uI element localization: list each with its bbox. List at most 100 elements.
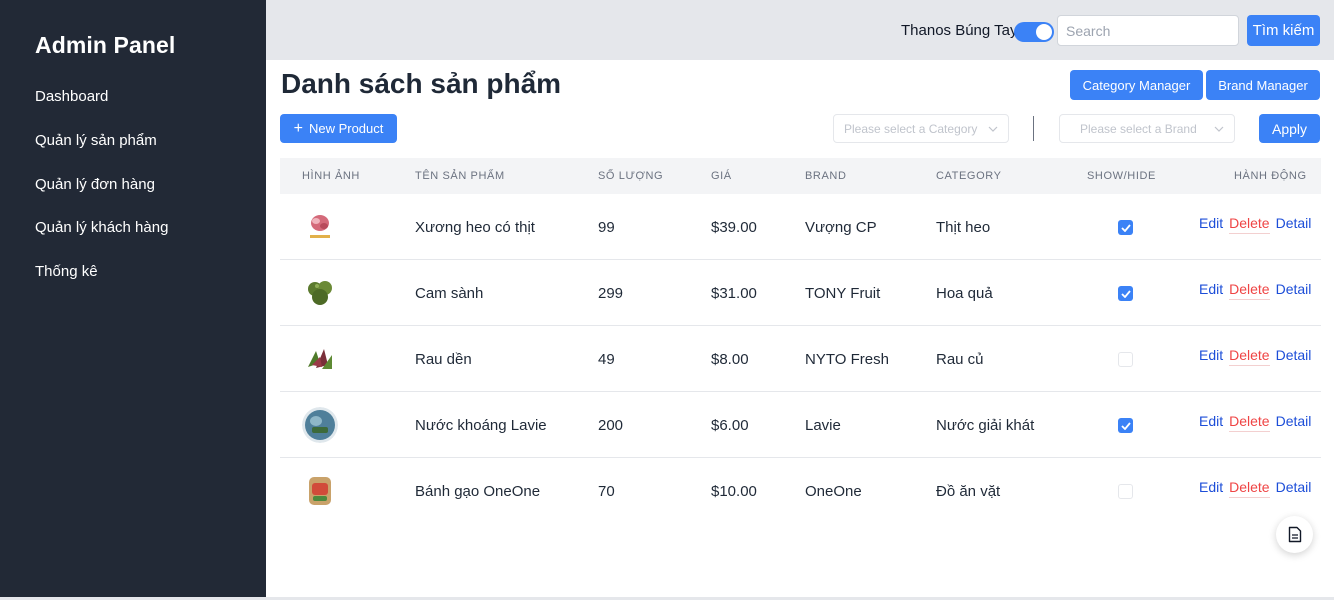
product-category: Hoa quả xyxy=(936,285,993,302)
row-actions: Edit Delete Detail xyxy=(1199,347,1311,366)
page-title: Danh sách sản phẩm xyxy=(281,68,562,99)
product-name: Bánh gạo OneOne xyxy=(415,483,541,500)
document-icon xyxy=(1288,526,1301,543)
product-category: Nước giải khát xyxy=(936,417,1035,434)
pork-bone-image xyxy=(302,209,338,245)
edit-link[interactable]: Edit xyxy=(1199,281,1223,300)
product-price: $39.00 xyxy=(711,219,757,236)
row-actions: Edit Delete Detail xyxy=(1199,215,1311,234)
brand-select[interactable]: Please select a Brand xyxy=(1059,114,1235,143)
check-icon xyxy=(1120,223,1131,232)
category-select[interactable]: Please select a Category xyxy=(833,114,1009,143)
header-image: HÌNH ẢNH xyxy=(302,170,360,182)
detail-link[interactable]: Detail xyxy=(1276,281,1312,300)
water-bottle-image xyxy=(302,407,338,443)
delete-link[interactable]: Delete xyxy=(1229,215,1270,234)
new-product-label: New Product xyxy=(308,121,384,136)
check-icon xyxy=(1120,289,1131,298)
product-quantity: 49 xyxy=(598,351,615,368)
product-quantity: 200 xyxy=(598,417,624,434)
product-price: $31.00 xyxy=(711,285,757,302)
sidebar-item-customers[interactable]: Quản lý khách hàng xyxy=(35,219,168,236)
header-quantity: SỐ LƯỢNG xyxy=(598,170,664,182)
search-input[interactable] xyxy=(1057,15,1239,46)
header-price: GIÁ xyxy=(711,170,732,182)
table-row: Rau dền 49 $8.00 NYTO Fresh Rau củ Edit … xyxy=(280,326,1321,392)
show-hide-checkbox[interactable] xyxy=(1118,220,1133,235)
product-category: Rau củ xyxy=(936,351,984,368)
chevron-down-icon xyxy=(988,123,998,135)
toggle-knob xyxy=(1036,24,1052,40)
sidebar-item-dashboard[interactable]: Dashboard xyxy=(35,88,108,105)
header-category: CATEGORY xyxy=(936,170,1002,182)
table-row: Xương heo có thịt 99 $39.00 Vượng CP Thị… xyxy=(280,194,1321,260)
thanos-toggle[interactable] xyxy=(1014,22,1054,42)
header-show-hide: SHOW/HIDE xyxy=(1087,170,1156,182)
rice-cracker-image xyxy=(302,473,338,509)
edit-link[interactable]: Edit xyxy=(1199,413,1223,432)
amaranth-image xyxy=(302,341,338,377)
brand-manager-button[interactable]: Brand Manager xyxy=(1206,70,1320,100)
row-actions: Edit Delete Detail xyxy=(1199,281,1311,300)
table-header: HÌNH ẢNH TÊN SẢN PHẨM SỐ LƯỢNG GIÁ BRAND… xyxy=(280,158,1321,194)
brand-select-placeholder: Please select a Brand xyxy=(1080,121,1197,136)
detail-link[interactable]: Detail xyxy=(1276,413,1312,432)
product-quantity: 299 xyxy=(598,285,624,302)
table-row: Bánh gạo OneOne 70 $10.00 OneOne Đồ ăn v… xyxy=(280,458,1321,524)
toggle-label: Thanos Búng Tay xyxy=(901,22,1018,39)
edit-link[interactable]: Edit xyxy=(1199,479,1223,498)
category-manager-button[interactable]: Category Manager xyxy=(1070,70,1203,100)
table-row: Nước khoáng Lavie 200 $6.00 Lavie Nước g… xyxy=(280,392,1321,458)
check-icon xyxy=(1120,421,1131,430)
sidebar: Admin Panel Dashboard Quản lý sản phẩm Q… xyxy=(0,0,266,597)
edit-link[interactable]: Edit xyxy=(1199,347,1223,366)
detail-link[interactable]: Detail xyxy=(1276,347,1312,366)
show-hide-checkbox[interactable] xyxy=(1118,286,1133,301)
product-category: Đồ ăn vặt xyxy=(936,483,1001,500)
product-price: $6.00 xyxy=(711,417,749,434)
product-category: Thịt heo xyxy=(936,219,991,236)
product-price: $8.00 xyxy=(711,351,749,368)
show-hide-checkbox[interactable] xyxy=(1118,418,1133,433)
show-hide-checkbox[interactable] xyxy=(1118,352,1133,367)
sidebar-title: Admin Panel xyxy=(35,32,176,58)
product-brand: OneOne xyxy=(805,483,862,500)
product-brand: Lavie xyxy=(805,417,841,434)
table-row: Cam sành 299 $31.00 TONY Fruit Hoa quả E… xyxy=(280,260,1321,326)
sidebar-item-statistics[interactable]: Thống kê xyxy=(35,263,98,280)
category-select-placeholder: Please select a Category xyxy=(844,121,978,136)
new-product-button[interactable]: + New Product xyxy=(280,114,397,143)
product-brand: TONY Fruit xyxy=(805,285,881,302)
header-actions: HÀNH ĐỘNG xyxy=(1234,170,1307,182)
product-brand: Vượng CP xyxy=(805,219,877,236)
delete-link[interactable]: Delete xyxy=(1229,281,1270,300)
product-name: Nước khoáng Lavie xyxy=(415,417,547,434)
delete-link[interactable]: Delete xyxy=(1229,347,1270,366)
product-quantity: 70 xyxy=(598,483,615,500)
filter-divider xyxy=(1033,116,1034,141)
plus-icon: + xyxy=(293,119,303,137)
product-name: Cam sành xyxy=(415,285,484,302)
sidebar-item-products[interactable]: Quản lý sản phẩm xyxy=(35,132,157,149)
product-brand: NYTO Fresh xyxy=(805,351,889,368)
search-button[interactable]: Tìm kiếm xyxy=(1247,15,1320,46)
product-name: Rau dền xyxy=(415,351,472,368)
delete-link[interactable]: Delete xyxy=(1229,413,1270,432)
header-name: TÊN SẢN PHẨM xyxy=(415,170,505,182)
product-price: $10.00 xyxy=(711,483,757,500)
header-brand: BRAND xyxy=(805,170,847,182)
delete-link[interactable]: Delete xyxy=(1229,479,1270,498)
product-name: Xương heo có thịt xyxy=(415,219,535,236)
sidebar-item-orders[interactable]: Quản lý đơn hàng xyxy=(35,176,155,193)
product-quantity: 99 xyxy=(598,219,615,236)
apply-button[interactable]: Apply xyxy=(1259,114,1320,143)
chevron-down-icon xyxy=(1214,123,1224,135)
row-actions: Edit Delete Detail xyxy=(1199,479,1311,498)
show-hide-checkbox[interactable] xyxy=(1118,484,1133,499)
floating-document-button[interactable] xyxy=(1276,516,1313,553)
detail-link[interactable]: Detail xyxy=(1276,215,1312,234)
detail-link[interactable]: Detail xyxy=(1276,479,1312,498)
row-actions: Edit Delete Detail xyxy=(1199,413,1311,432)
edit-link[interactable]: Edit xyxy=(1199,215,1223,234)
orange-image xyxy=(302,275,338,311)
